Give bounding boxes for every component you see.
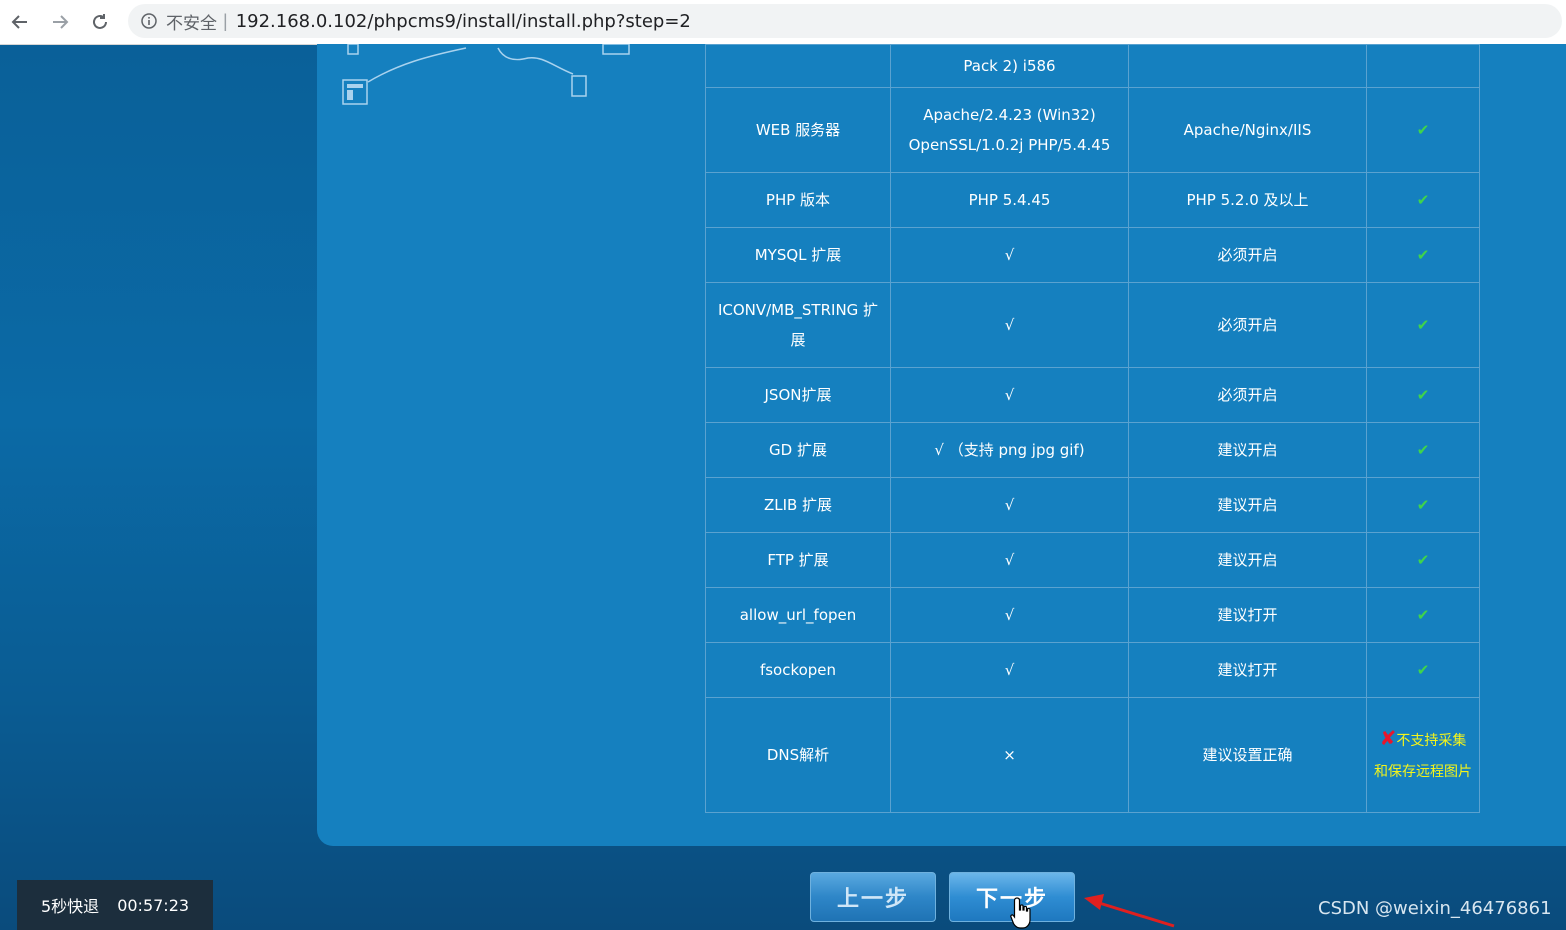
security-label: 不安全 [166, 13, 217, 34]
status-cell: ✔ [1366, 227, 1480, 283]
table-row: Pack 2) i586 [705, 44, 1480, 88]
item-name: PHP 版本 [705, 172, 891, 228]
status-cell: ✔ [1366, 422, 1480, 478]
item-name: JSON扩展 [705, 367, 891, 423]
item-name: MYSQL 扩展 [705, 227, 891, 283]
check-icon: ✔ [1416, 316, 1430, 334]
address-bar[interactable]: 不安全 | 192.168.0.102/phpcms9/install/inst… [128, 4, 1562, 38]
current-value: √ [890, 367, 1129, 423]
back-button[interactable] [6, 8, 34, 36]
current-value: √ [890, 477, 1129, 533]
required-value: 建议打开 [1128, 642, 1367, 698]
error-x-icon: ✘ [1379, 726, 1397, 750]
status-cell: ✔ [1366, 87, 1480, 173]
rewind-label[interactable]: 5秒快退 [41, 893, 99, 917]
current-value: PHP 5.4.45 [890, 172, 1129, 228]
back-arrow-icon [11, 15, 27, 29]
check-icon: ✔ [1416, 661, 1430, 679]
reload-icon [93, 14, 107, 29]
environment-check-table: Pack 2) i586 WEB 服务器 Apache/2.4.23 (Win3… [705, 44, 1480, 813]
separator: | [223, 10, 228, 31]
current-value: √ [890, 532, 1129, 588]
prev-step-button[interactable]: 上一步 [810, 872, 936, 922]
table-row: fsockopen √ 建议打开 ✔ [705, 642, 1480, 698]
status-cell: ✘不支持采集和保存远程图片 [1366, 697, 1480, 813]
required-value: 建议开启 [1128, 477, 1367, 533]
current-value: × [890, 697, 1129, 813]
table-row: JSON扩展 √ 必须开启 ✔ [705, 367, 1480, 423]
required-value: 建议打开 [1128, 587, 1367, 643]
current-value: √ [890, 227, 1129, 283]
current-value: √ [890, 642, 1129, 698]
table-row: DNS解析 × 建议设置正确 ✘不支持采集和保存远程图片 [705, 697, 1480, 813]
hand-cursor-icon [1010, 897, 1031, 929]
red-arrow-annotation-icon [1084, 894, 1175, 928]
table-row: FTP 扩展 √ 建议开启 ✔ [705, 532, 1480, 588]
status-cell: ✔ [1366, 642, 1480, 698]
check-icon: ✔ [1416, 441, 1430, 459]
status-cell [1366, 44, 1480, 88]
status-cell: ✔ [1366, 477, 1480, 533]
table-row: PHP 版本 PHP 5.4.45 PHP 5.2.0 及以上 ✔ [705, 172, 1480, 228]
forward-arrow-icon [53, 15, 69, 29]
reload-button[interactable] [86, 8, 114, 36]
item-name: fsockopen [705, 642, 891, 698]
item-name: DNS解析 [705, 697, 891, 813]
item-name: WEB 服务器 [705, 87, 891, 173]
table-row: GD 扩展 √ （支持 png jpg gif) 建议开启 ✔ [705, 422, 1480, 478]
table-row: WEB 服务器 Apache/2.4.23 (Win32) OpenSSL/1.… [705, 87, 1480, 173]
status-cell: ✔ [1366, 282, 1480, 368]
table-row: allow_url_fopen √ 建议打开 ✔ [705, 587, 1480, 643]
required-value: PHP 5.2.0 及以上 [1128, 172, 1367, 228]
required-value: 建议开启 [1128, 532, 1367, 588]
current-value: √ [890, 282, 1129, 368]
required-value [1128, 44, 1367, 88]
item-name: ICONV/MB_STRING 扩展 [705, 282, 891, 368]
current-value: √ [890, 587, 1129, 643]
video-overlay: 5秒快退 00:57:23 [17, 880, 213, 930]
timestamp: 00:57:23 [117, 895, 190, 915]
check-icon: ✔ [1416, 386, 1430, 404]
check-icon: ✔ [1416, 606, 1430, 624]
check-icon: ✔ [1416, 246, 1430, 264]
item-name: GD 扩展 [705, 422, 891, 478]
table-row: ZLIB 扩展 √ 建议开启 ✔ [705, 477, 1480, 533]
required-value: 建议开启 [1128, 422, 1367, 478]
check-icon: ✔ [1416, 191, 1430, 209]
item-name: allow_url_fopen [705, 587, 891, 643]
table-row: MYSQL 扩展 √ 必须开启 ✔ [705, 227, 1480, 283]
current-value: √ （支持 png jpg gif) [890, 422, 1129, 478]
info-icon[interactable] [140, 12, 158, 30]
required-value: 必须开启 [1128, 227, 1367, 283]
item-name: FTP 扩展 [705, 532, 891, 588]
item-name [705, 44, 891, 88]
table-row: ICONV/MB_STRING 扩展 √ 必须开启 ✔ [705, 282, 1480, 368]
check-icon: ✔ [1416, 551, 1430, 569]
status-cell: ✔ [1366, 532, 1480, 588]
forward-button[interactable] [46, 8, 74, 36]
required-value: 必须开启 [1128, 367, 1367, 423]
status-cell: ✔ [1366, 172, 1480, 228]
check-icon: ✔ [1416, 121, 1430, 139]
browser-toolbar: 不安全 | 192.168.0.102/phpcms9/install/inst… [0, 0, 1566, 45]
status-cell: ✔ [1366, 367, 1480, 423]
required-value: Apache/Nginx/IIS [1128, 87, 1367, 173]
item-name: ZLIB 扩展 [705, 477, 891, 533]
current-value: Pack 2) i586 [890, 44, 1129, 88]
status-cell: ✔ [1366, 587, 1480, 643]
check-icon: ✔ [1416, 496, 1430, 514]
url-text[interactable]: 192.168.0.102/phpcms9/install/install.ph… [236, 11, 691, 32]
watermark: CSDN @weixin_46476861 [1318, 898, 1552, 919]
current-value: Apache/2.4.23 (Win32) OpenSSL/1.0.2j PHP… [890, 87, 1129, 173]
decorative-network-graphic [342, 44, 630, 105]
required-value: 建议设置正确 [1128, 697, 1367, 813]
required-value: 必须开启 [1128, 282, 1367, 368]
